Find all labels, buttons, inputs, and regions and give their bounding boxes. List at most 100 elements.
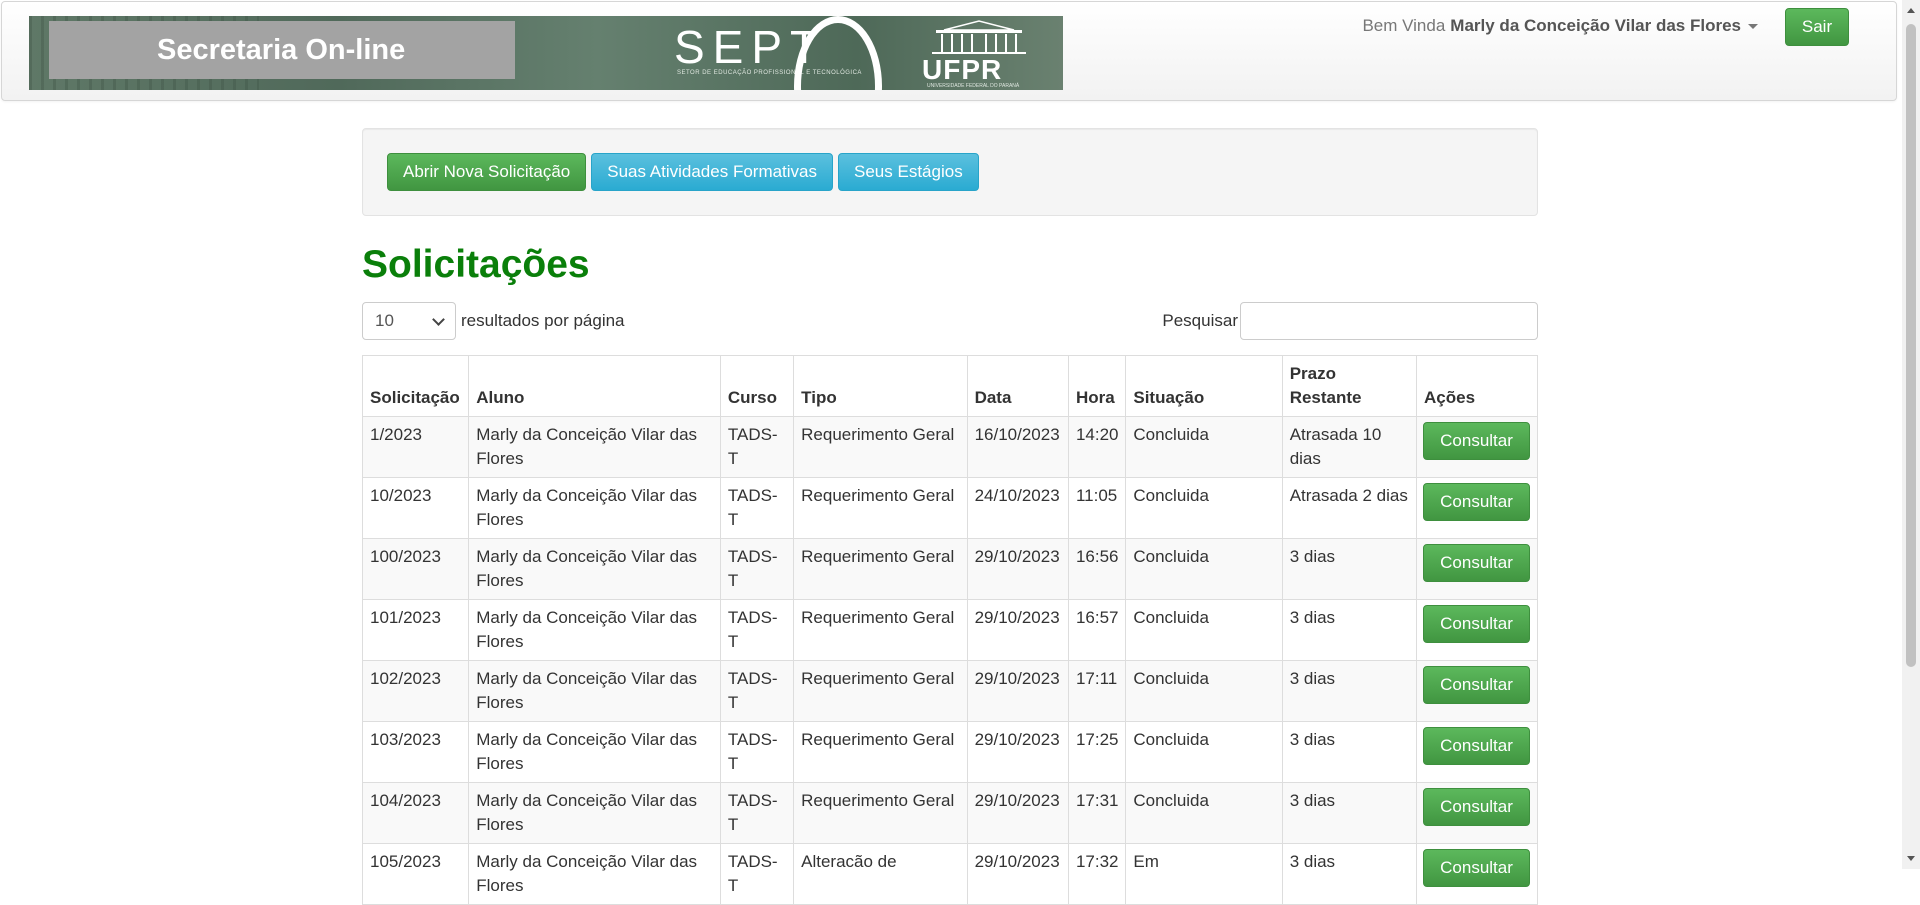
time-cell: 14:20 [1067, 416, 1127, 478]
page-length-select[interactable]: 10 [362, 302, 456, 340]
scroll-up-arrow-icon[interactable] [1907, 8, 1915, 13]
student-cell: Marly da Conceição Vilar das Flores [468, 599, 721, 661]
header-row: Solicitação Aluno Curso Tipo Data Hora Situaçã… [361, 355, 1538, 417]
internships-button[interactable]: Seus Estágios [838, 153, 979, 191]
deadline-cell: 3 dias [1281, 660, 1418, 722]
time-cell: 17:25 [1067, 721, 1127, 783]
column-header[interactable]: Curso [719, 355, 795, 417]
type-cell: Requerimento Geral [793, 660, 968, 722]
deadline-cell: 3 dias [1281, 843, 1418, 905]
course-cell: TADS-T [719, 843, 795, 905]
actions-cell: Consultar [1416, 416, 1538, 478]
deadline-cell: 3 dias [1281, 782, 1418, 844]
column-header[interactable]: Hora [1067, 355, 1127, 417]
table-row: 105/2023 Marly da Conceição Vilar das Flo… [361, 843, 1538, 905]
ufpr-logo-subtitle: UNIVERSIDADE FEDERAL DO PARANÁ [927, 83, 1020, 89]
action-toolbar: Abrir Nova Solicitação Suas Atividades F… [362, 128, 1538, 216]
consult-button[interactable]: Consultar [1423, 849, 1531, 887]
type-cell: Requerimento Geral [793, 599, 968, 661]
request-id-cell: 105/2023 [361, 843, 470, 905]
request-id-cell: 103/2023 [361, 721, 470, 783]
request-id-cell: 104/2023 [361, 782, 470, 844]
course-cell: TADS-T [719, 660, 795, 722]
page-length-label: resultados por página [461, 311, 625, 330]
column-header[interactable]: Ações [1416, 355, 1538, 417]
consult-button[interactable]: Consultar [1423, 727, 1531, 765]
request-id-cell: 102/2023 [361, 660, 470, 722]
consult-button[interactable]: Consultar [1423, 544, 1531, 582]
status-cell: Concluida [1125, 782, 1283, 844]
column-header[interactable]: Data [966, 355, 1069, 417]
column-header[interactable]: Prazo Restante [1281, 355, 1418, 417]
actions-cell: Consultar [1416, 721, 1538, 783]
vertical-scrollbar[interactable] [1902, 0, 1920, 869]
time-cell: 16:57 [1067, 599, 1127, 661]
consult-button[interactable]: Consultar [1423, 483, 1531, 521]
consult-button[interactable]: Consultar [1423, 605, 1531, 643]
user-menu[interactable]: Bem Vinda Marly da Conceição Vilar das F… [1362, 16, 1758, 36]
actions-cell: Consultar [1416, 843, 1538, 905]
column-header[interactable]: Solicitação [361, 355, 470, 417]
type-cell: Requerimento Geral [793, 416, 968, 478]
date-cell: 29/10/2023 [966, 843, 1069, 905]
type-cell: Requerimento Geral [793, 721, 968, 783]
course-cell: TADS-T [719, 416, 795, 478]
page-title: Solicitações [362, 243, 590, 286]
scrollbar-thumb[interactable] [1906, 24, 1916, 667]
scroll-down-arrow-icon[interactable] [1907, 856, 1915, 861]
table-row: 10/2023 Marly da Conceição Vilar das Flor… [361, 477, 1538, 539]
type-cell: Requerimento Geral [793, 538, 968, 600]
requests-table-wrapper: Solicitação Aluno Curso Tipo Data Hora Situaçã… [361, 355, 1538, 905]
course-cell: TADS-T [719, 477, 795, 539]
request-id-cell: 101/2023 [361, 599, 470, 661]
date-cell: 29/10/2023 [966, 721, 1069, 783]
status-cell: Concluida [1125, 660, 1283, 722]
time-cell: 17:32 [1067, 843, 1127, 905]
student-cell: Marly da Conceição Vilar das Flores [468, 538, 721, 600]
date-cell: 29/10/2023 [966, 599, 1069, 661]
request-id-cell: 100/2023 [361, 538, 470, 600]
activities-button[interactable]: Suas Atividades Formativas [591, 153, 834, 191]
date-cell: 29/10/2023 [966, 782, 1069, 844]
status-cell: Concluida [1125, 416, 1283, 478]
page-length-value: 10 [375, 311, 394, 330]
time-cell: 17:31 [1067, 782, 1127, 844]
type-cell: Alteracão de [793, 843, 968, 905]
deadline-cell: Atrasada 2 dias [1281, 477, 1418, 539]
date-cell: 16/10/2023 [966, 416, 1069, 478]
column-header[interactable]: Tipo [793, 355, 968, 417]
consult-button[interactable]: Consultar [1423, 666, 1531, 704]
main-container: Abrir Nova Solicitação Suas Atividades F… [361, 128, 1538, 905]
deadline-cell: 3 dias [1281, 599, 1418, 661]
deadline-cell: 3 dias [1281, 721, 1418, 783]
consult-button[interactable]: Consultar [1423, 422, 1531, 460]
table-row: 1/2023 Marly da Conceição Vilar das Flore… [361, 416, 1538, 478]
new-request-button[interactable]: Abrir Nova Solicitação [387, 153, 587, 191]
status-cell: Em [1125, 843, 1283, 905]
header-banner[interactable]: Secretaria On-line SEPT SETOR DE EDUCAÇÃ… [29, 16, 1063, 90]
search-input[interactable] [1240, 302, 1538, 340]
requests-table: Solicitação Aluno Curso Tipo Data Hora Situaçã… [361, 355, 1538, 905]
time-cell: 11:05 [1067, 477, 1127, 539]
welcome-prefix: Bem Vinda [1362, 16, 1446, 35]
type-cell: Requerimento Geral [793, 782, 968, 844]
student-cell: Marly da Conceição Vilar das Flores [468, 843, 721, 905]
logout-button[interactable]: Sair [1785, 8, 1849, 46]
column-header[interactable]: Aluno [468, 355, 721, 417]
course-cell: TADS-T [719, 538, 795, 600]
date-cell: 24/10/2023 [966, 477, 1069, 539]
banner-title: Secretaria On-line [49, 21, 515, 79]
student-cell: Marly da Conceição Vilar das Flores [468, 782, 721, 844]
column-header[interactable]: Situação [1125, 355, 1283, 417]
request-id-cell: 10/2023 [361, 477, 470, 539]
deadline-cell: 3 dias [1281, 538, 1418, 600]
actions-cell: Consultar [1416, 477, 1538, 539]
course-cell: TADS-T [719, 782, 795, 844]
page-length-control: 10 resultados por página [362, 302, 625, 340]
ufpr-building-icon [932, 20, 1026, 54]
request-id-cell: 1/2023 [361, 416, 470, 478]
actions-cell: Consultar [1416, 599, 1538, 661]
status-cell: Concluida [1125, 599, 1283, 661]
search-label: Pesquisar [1162, 311, 1238, 330]
consult-button[interactable]: Consultar [1423, 788, 1531, 826]
